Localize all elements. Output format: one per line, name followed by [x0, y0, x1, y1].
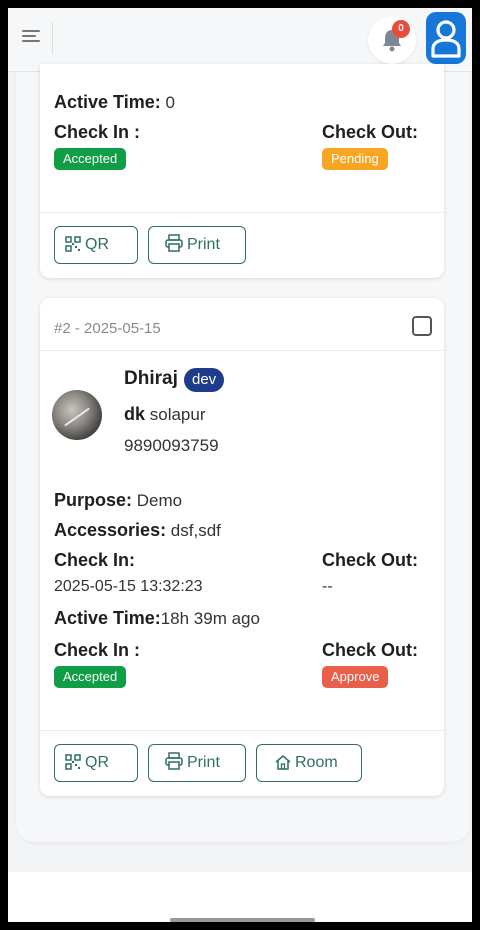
active-time-label: Active Time:: [54, 608, 161, 628]
bottom-bar: [8, 872, 472, 922]
company-short: dk: [124, 404, 146, 424]
visitor-photo: [52, 390, 102, 440]
active-time-row: Active Time: 0: [54, 92, 175, 113]
qr-button-label: QR: [85, 754, 109, 771]
active-time-value: 18h 39m ago: [160, 609, 260, 628]
topbar-divider: [52, 22, 53, 54]
check-out-label: Check Out:: [322, 550, 419, 570]
purpose-label: Purpose:: [54, 490, 133, 510]
notifications-button[interactable]: 0: [368, 16, 416, 64]
profile-button[interactable]: [426, 12, 466, 64]
qr-button[interactable]: QR: [54, 226, 138, 264]
check-out-status-label: Check Out:: [322, 122, 419, 142]
menu-icon[interactable]: [22, 30, 40, 46]
check-in-status-label: Check In :: [54, 640, 141, 660]
active-time-row: Active Time:18h 39m ago: [54, 608, 260, 629]
active-time-value: 0: [160, 93, 175, 112]
qr-button[interactable]: QR: [54, 744, 138, 782]
check-in-status-badge: Accepted: [54, 666, 127, 688]
check-out-time: --: [322, 578, 333, 595]
app-screen: 0 Active Time: 0 Check In : Check Out: A…: [8, 8, 472, 922]
check-in-time: 2025-05-15 13:32:23: [54, 578, 203, 595]
notification-count-badge: 0: [392, 20, 410, 38]
active-time-label: Active Time:: [54, 92, 161, 112]
role-badge: dev: [184, 368, 225, 392]
select-checkbox[interactable]: [412, 316, 432, 336]
accessories-row: Accessories: dsf,sdf: [54, 520, 221, 541]
home-icon: [275, 748, 291, 783]
printer-icon: [165, 748, 183, 783]
accessories-value: dsf,sdf: [166, 521, 221, 540]
company-row: dk solapur: [124, 404, 206, 425]
visitor-card: Active Time: 0 Check In : Check Out: Acc…: [40, 64, 444, 278]
room-button[interactable]: Room: [256, 744, 362, 782]
print-button-label: Print: [187, 754, 220, 771]
company-location: solapur: [145, 405, 206, 424]
room-button-label: Room: [295, 754, 338, 771]
check-in-status-label: Check In :: [54, 122, 141, 142]
visitor-phone: 9890093759: [124, 436, 219, 455]
purpose-row: Purpose: Demo: [54, 490, 182, 511]
card-header-divider: [40, 350, 444, 351]
top-bar: 0: [8, 8, 472, 72]
print-button[interactable]: Print: [148, 744, 246, 782]
check-in-status-badge: Accepted: [54, 148, 127, 170]
accessories-label: Accessories:: [54, 520, 167, 540]
approve-button[interactable]: Approve: [322, 666, 389, 688]
qr-code-icon: [65, 748, 81, 783]
print-button[interactable]: Print: [148, 226, 246, 264]
card-header-id-date: #2 - 2025-05-15: [54, 320, 161, 337]
qr-code-icon: [65, 230, 81, 265]
visitor-card: #2 - 2025-05-15 Dhiraj dev dk solapur 98…: [40, 298, 444, 796]
check-in-label: Check In:: [54, 550, 136, 570]
check-out-status-badge: Pending: [322, 148, 388, 170]
purpose-value: Demo: [132, 491, 183, 510]
user-icon: [431, 20, 461, 58]
visitor-name: Dhiraj: [124, 368, 178, 389]
check-out-status-label: Check Out:: [322, 640, 419, 660]
printer-icon: [165, 230, 183, 265]
qr-button-label: QR: [85, 236, 109, 253]
card-divider: [40, 730, 444, 731]
print-button-label: Print: [187, 236, 220, 253]
home-indicator: [170, 918, 315, 922]
card-divider: [40, 212, 444, 213]
